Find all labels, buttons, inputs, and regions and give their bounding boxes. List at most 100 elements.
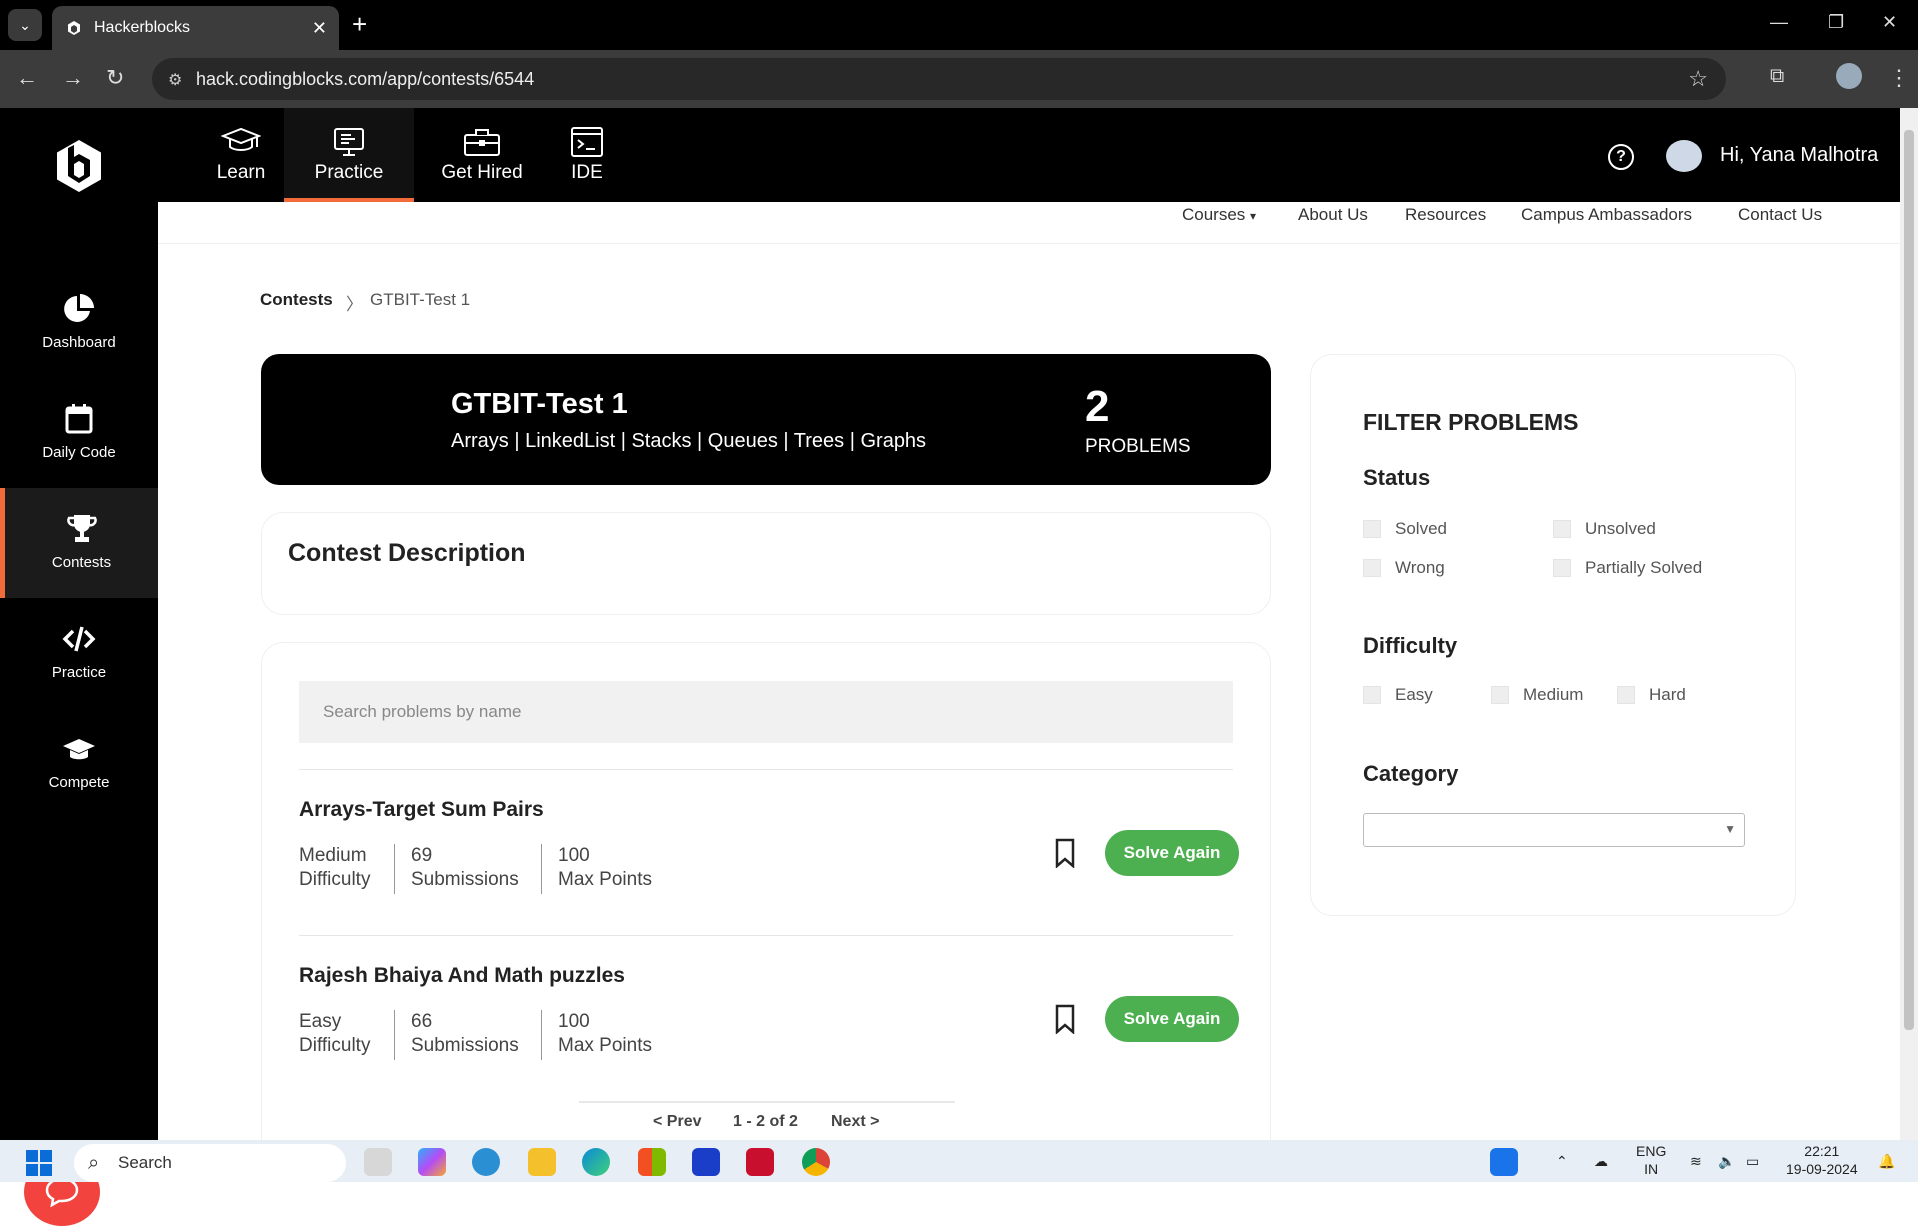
nav-about-us[interactable]: About Us xyxy=(1298,205,1368,225)
breadcrumb-contests[interactable]: Contests xyxy=(260,290,333,310)
help-icon[interactable]: ? xyxy=(1608,144,1634,170)
hackerblocks-logo-icon[interactable] xyxy=(54,138,104,194)
app-icon[interactable] xyxy=(472,1148,500,1176)
prev-page-link[interactable]: < Prev xyxy=(653,1113,701,1131)
windows-taskbar: ⌕ Search ⌃ ☁ ENG IN ≋ 🔈 ▭ 22:21 19-09-2024… xyxy=(0,1140,1918,1182)
profile-avatar[interactable] xyxy=(1836,63,1862,89)
submissions-label: Submissions xyxy=(411,869,519,890)
solve-again-button[interactable]: Solve Again xyxy=(1105,996,1239,1042)
minimize-icon[interactable]: — xyxy=(1770,12,1788,33)
difficulty-stat: Medium Difficulty xyxy=(299,844,370,894)
sidebar-item-practice[interactable]: Practice xyxy=(0,598,158,708)
category-heading: Category xyxy=(1363,761,1459,786)
close-tab-icon[interactable]: ✕ xyxy=(312,18,327,39)
battery-icon[interactable]: ▭ xyxy=(1746,1152,1759,1170)
filter-title: FILTER PROBLEMS xyxy=(1363,409,1579,435)
difficulty-easy-checkbox[interactable]: Easy xyxy=(1363,685,1433,705)
sidebar-item-compete[interactable]: Compete xyxy=(0,708,158,818)
difficulty-heading: Difficulty xyxy=(1363,633,1458,658)
sidebar-item-daily-code[interactable]: Daily Code xyxy=(0,378,158,488)
user-avatar[interactable] xyxy=(1666,140,1702,172)
onedrive-icon[interactable]: ☁ xyxy=(1594,1152,1608,1170)
nav-courses[interactable]: Courses ▾ xyxy=(1182,205,1256,225)
tab-search-dropdown[interactable]: ⌄ xyxy=(8,9,42,41)
pinned-app-icon[interactable] xyxy=(1490,1148,1518,1176)
page-scrollbar[interactable] xyxy=(1900,108,1918,1140)
store-icon[interactable] xyxy=(638,1148,666,1176)
checkbox-box[interactable] xyxy=(1363,559,1381,577)
show-hidden-icons-icon[interactable]: ⌃ xyxy=(1556,1152,1568,1170)
status-unsolved-checkbox[interactable]: Unsolved xyxy=(1553,519,1656,539)
submissions-label: Submissions xyxy=(411,1035,519,1056)
bookmark-star-icon[interactable]: ☆ xyxy=(1688,66,1708,92)
back-icon[interactable]: ← xyxy=(16,65,38,91)
problem-row: Arrays-Target Sum Pairs Medium Difficulty… xyxy=(299,769,1239,935)
bookmark-icon[interactable] xyxy=(1054,1004,1076,1034)
notification-bell-icon[interactable]: 🔔 xyxy=(1878,1152,1895,1170)
filter-panel: FILTER PROBLEMS Status Solved Unsolved W… xyxy=(1310,354,1796,916)
status-wrong-checkbox[interactable]: Wrong xyxy=(1363,558,1445,578)
file-explorer-icon[interactable] xyxy=(528,1148,556,1176)
task-view-icon[interactable] xyxy=(364,1148,392,1176)
hackerblocks-favicon-icon xyxy=(68,21,80,35)
mcafee-icon[interactable] xyxy=(746,1148,774,1176)
checkbox-box[interactable] xyxy=(1617,686,1635,704)
l-app-icon[interactable] xyxy=(692,1148,720,1176)
trophy-icon xyxy=(66,515,97,542)
tab-practice[interactable]: Practice xyxy=(284,108,414,202)
new-tab-icon[interactable]: + xyxy=(352,10,367,38)
url-text: hack.codingblocks.com/app/contests/6544 xyxy=(196,68,535,89)
submissions-stat: 69 Submissions xyxy=(394,844,519,894)
difficulty-medium-checkbox[interactable]: Medium xyxy=(1491,685,1583,705)
nav-resources[interactable]: Resources xyxy=(1405,205,1486,225)
nav-campus-ambassadors[interactable]: Campus Ambassadors xyxy=(1521,205,1692,225)
checkbox-label: Easy xyxy=(1395,685,1433,704)
bookmark-icon[interactable] xyxy=(1054,838,1076,868)
site-info-icon[interactable]: ⚙ xyxy=(168,70,182,90)
contest-title: GTBIT-Test 1 xyxy=(451,388,628,420)
windows-start-icon[interactable] xyxy=(26,1150,52,1176)
scrollbar-thumb[interactable] xyxy=(1904,130,1914,1030)
checkbox-label: Hard xyxy=(1649,685,1686,704)
tab-ide[interactable]: IDE xyxy=(554,108,620,202)
search-input[interactable] xyxy=(299,681,1233,743)
checkbox-box[interactable] xyxy=(1363,520,1381,538)
extensions-icon[interactable]: ⧉ xyxy=(1770,65,1784,88)
restore-icon[interactable]: ❐ xyxy=(1828,12,1844,33)
wifi-icon[interactable]: ≋ xyxy=(1690,1152,1702,1170)
checkbox-box[interactable] xyxy=(1553,559,1571,577)
copilot-icon[interactable] xyxy=(418,1148,446,1176)
language-indicator[interactable]: ENG IN xyxy=(1636,1142,1666,1178)
submissions-stat: 66 Submissions xyxy=(394,1010,519,1060)
tab-get-hired[interactable]: Get Hired xyxy=(422,108,542,202)
clock[interactable]: 22:21 19-09-2024 xyxy=(1786,1142,1858,1178)
taskbar-search[interactable]: ⌕ Search xyxy=(74,1144,346,1182)
volume-icon[interactable]: 🔈 xyxy=(1718,1152,1735,1170)
category-select[interactable]: ▼ xyxy=(1363,813,1745,847)
nav-contact-us[interactable]: Contact Us xyxy=(1738,205,1822,225)
sidebar-item-dashboard[interactable]: Dashboard xyxy=(0,268,158,378)
next-page-link[interactable]: Next > xyxy=(831,1113,879,1131)
status-solved-checkbox[interactable]: Solved xyxy=(1363,519,1447,539)
user-greeting[interactable]: Hi, Yana Malhotra xyxy=(1720,144,1878,167)
url-field[interactable]: ⚙ hack.codingblocks.com/app/contests/654… xyxy=(152,58,1726,100)
reload-icon[interactable]: ↻ xyxy=(106,65,124,91)
browser-menu-icon[interactable]: ⋮ xyxy=(1888,65,1910,91)
edge-icon[interactable] xyxy=(582,1148,610,1176)
terminal-icon xyxy=(571,127,603,157)
checkbox-box[interactable] xyxy=(1491,686,1509,704)
chrome-icon[interactable] xyxy=(802,1148,830,1176)
solve-again-button[interactable]: Solve Again xyxy=(1105,830,1239,876)
close-window-icon[interactable]: ✕ xyxy=(1882,12,1897,33)
difficulty-hard-checkbox[interactable]: Hard xyxy=(1617,685,1686,705)
sidebar-item-contests[interactable]: Contests xyxy=(0,488,158,598)
status-partially-solved-checkbox[interactable]: Partially Solved xyxy=(1553,558,1702,578)
checkbox-box[interactable] xyxy=(1363,686,1381,704)
problem-title[interactable]: Arrays-Target Sum Pairs xyxy=(299,798,544,822)
problem-title[interactable]: Rajesh Bhaiya And Math puzzles xyxy=(299,964,625,988)
tab-learn[interactable]: Learn xyxy=(198,108,284,202)
checkbox-box[interactable] xyxy=(1553,520,1571,538)
forward-icon[interactable]: → xyxy=(62,65,84,91)
browser-tab[interactable]: Hackerblocks ✕ xyxy=(52,6,339,50)
submissions-value: 66 xyxy=(411,1011,433,1032)
